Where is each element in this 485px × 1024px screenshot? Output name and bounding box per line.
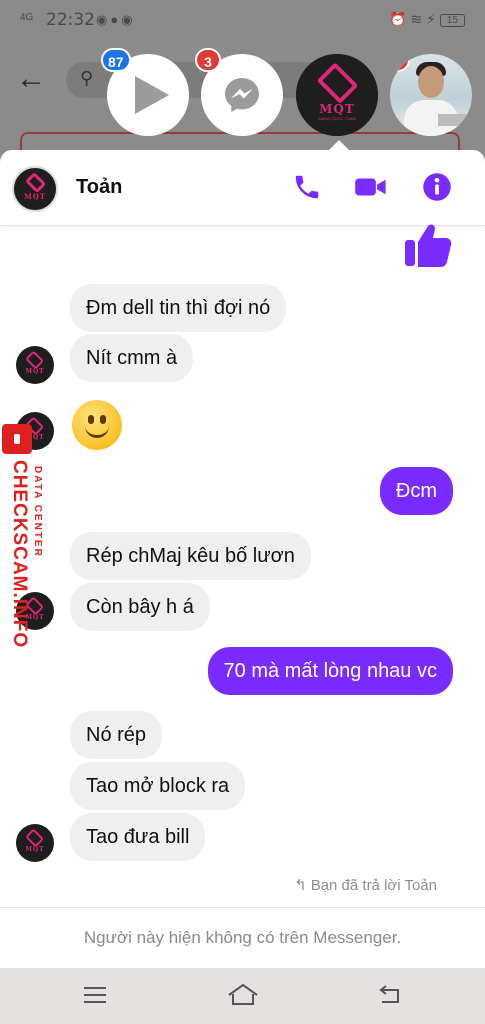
clock: 22:32 (46, 10, 95, 30)
chat-header: MQT Toản (0, 150, 485, 226)
message-bubble-incoming[interactable]: Tao mở block ra (70, 762, 246, 810)
navigation-bar (0, 968, 485, 1024)
back-icon[interactable] (376, 982, 404, 1008)
chat-head-pointer (329, 140, 349, 150)
notification-icons: ◉●◉ (96, 12, 136, 27)
sender-avatar: MQT (16, 346, 54, 384)
message-bubble-incoming[interactable]: Đm dell tin thì đợi nó (70, 284, 287, 332)
sender-avatar: MQT (16, 824, 54, 862)
message-bubble-outgoing[interactable]: Đcm (379, 467, 453, 515)
message-bubble-incoming[interactable]: Tao đưa bill (70, 813, 206, 861)
status-bar: 4G 22:32 ◉●◉ ⏰ ≋ ⚡ 15 (0, 0, 485, 40)
unread-badge: 3 (390, 54, 410, 72)
chat-panel: MQT Toản Đm dell tin thì đợi nó Nít cmm … (0, 150, 485, 968)
search-icon: ⚲ (80, 68, 94, 88)
play-icon (135, 76, 169, 114)
chat-head-messenger[interactable]: 3 (195, 48, 283, 136)
battery-indicator: 15 (439, 13, 465, 27)
watermark: CHECKSCAM.INFO DATA CENTER (2, 420, 54, 660)
message-list[interactable]: Đm dell tin thì đợi nó Nít cmm à MQT MQT… (0, 224, 485, 907)
lock-icon (2, 424, 32, 454)
unavailable-notice-text: Người này hiện không có trên Messenger. (83, 928, 402, 947)
reply-note: ↰ Bạn đã trả lời Toản (294, 876, 437, 894)
signal-indicator: 4G (20, 12, 34, 23)
home-icon[interactable] (226, 982, 260, 1008)
messenger-icon (225, 78, 259, 112)
message-bubble-outgoing[interactable]: 70 mà mất lòng nhau vc (207, 647, 453, 695)
unread-badge: 87 (101, 48, 131, 72)
back-arrow-icon: ← (16, 62, 46, 95)
chat-head-mqt-page[interactable]: MQT MANG QUOC TOAN (296, 54, 378, 136)
contact-avatar[interactable]: MQT (12, 166, 58, 212)
reply-arrow-icon: ↰ (294, 877, 307, 894)
phone-icon[interactable] (292, 172, 322, 202)
chat-head-contact-photo[interactable]: 3 (390, 54, 472, 136)
smiley-emoji-icon[interactable] (72, 400, 122, 450)
message-bubble-incoming[interactable]: Nó rép (70, 711, 163, 759)
mqt-logo: MQT MANG QUOC TOAN (296, 54, 378, 136)
message-bubble-incoming[interactable]: Còn bây h á (70, 583, 210, 631)
contact-name[interactable]: Toản (76, 176, 122, 199)
info-icon[interactable] (422, 172, 452, 202)
video-call-icon[interactable] (354, 172, 388, 202)
thumbs-up-icon (405, 224, 452, 267)
unread-badge: 3 (195, 48, 221, 72)
menu-icon[interactable] (82, 982, 108, 1008)
message-bubble-incoming[interactable]: Nít cmm à (70, 334, 194, 382)
reply-note-text: Bạn đã trả lời Toản (310, 877, 437, 894)
system-icons: ⏰ ≋ ⚡ 15 (389, 11, 465, 28)
watermark-sub-text: DATA CENTER (32, 466, 43, 558)
footer-notice: Người này hiện không có trên Messenger. (0, 907, 485, 968)
chat-head-video-app[interactable]: 87 (101, 48, 189, 136)
message-bubble-incoming[interactable]: Rép chMaj kêu bố lươn (70, 532, 311, 580)
watermark-main-text: CHECKSCAM.INFO (9, 460, 30, 649)
